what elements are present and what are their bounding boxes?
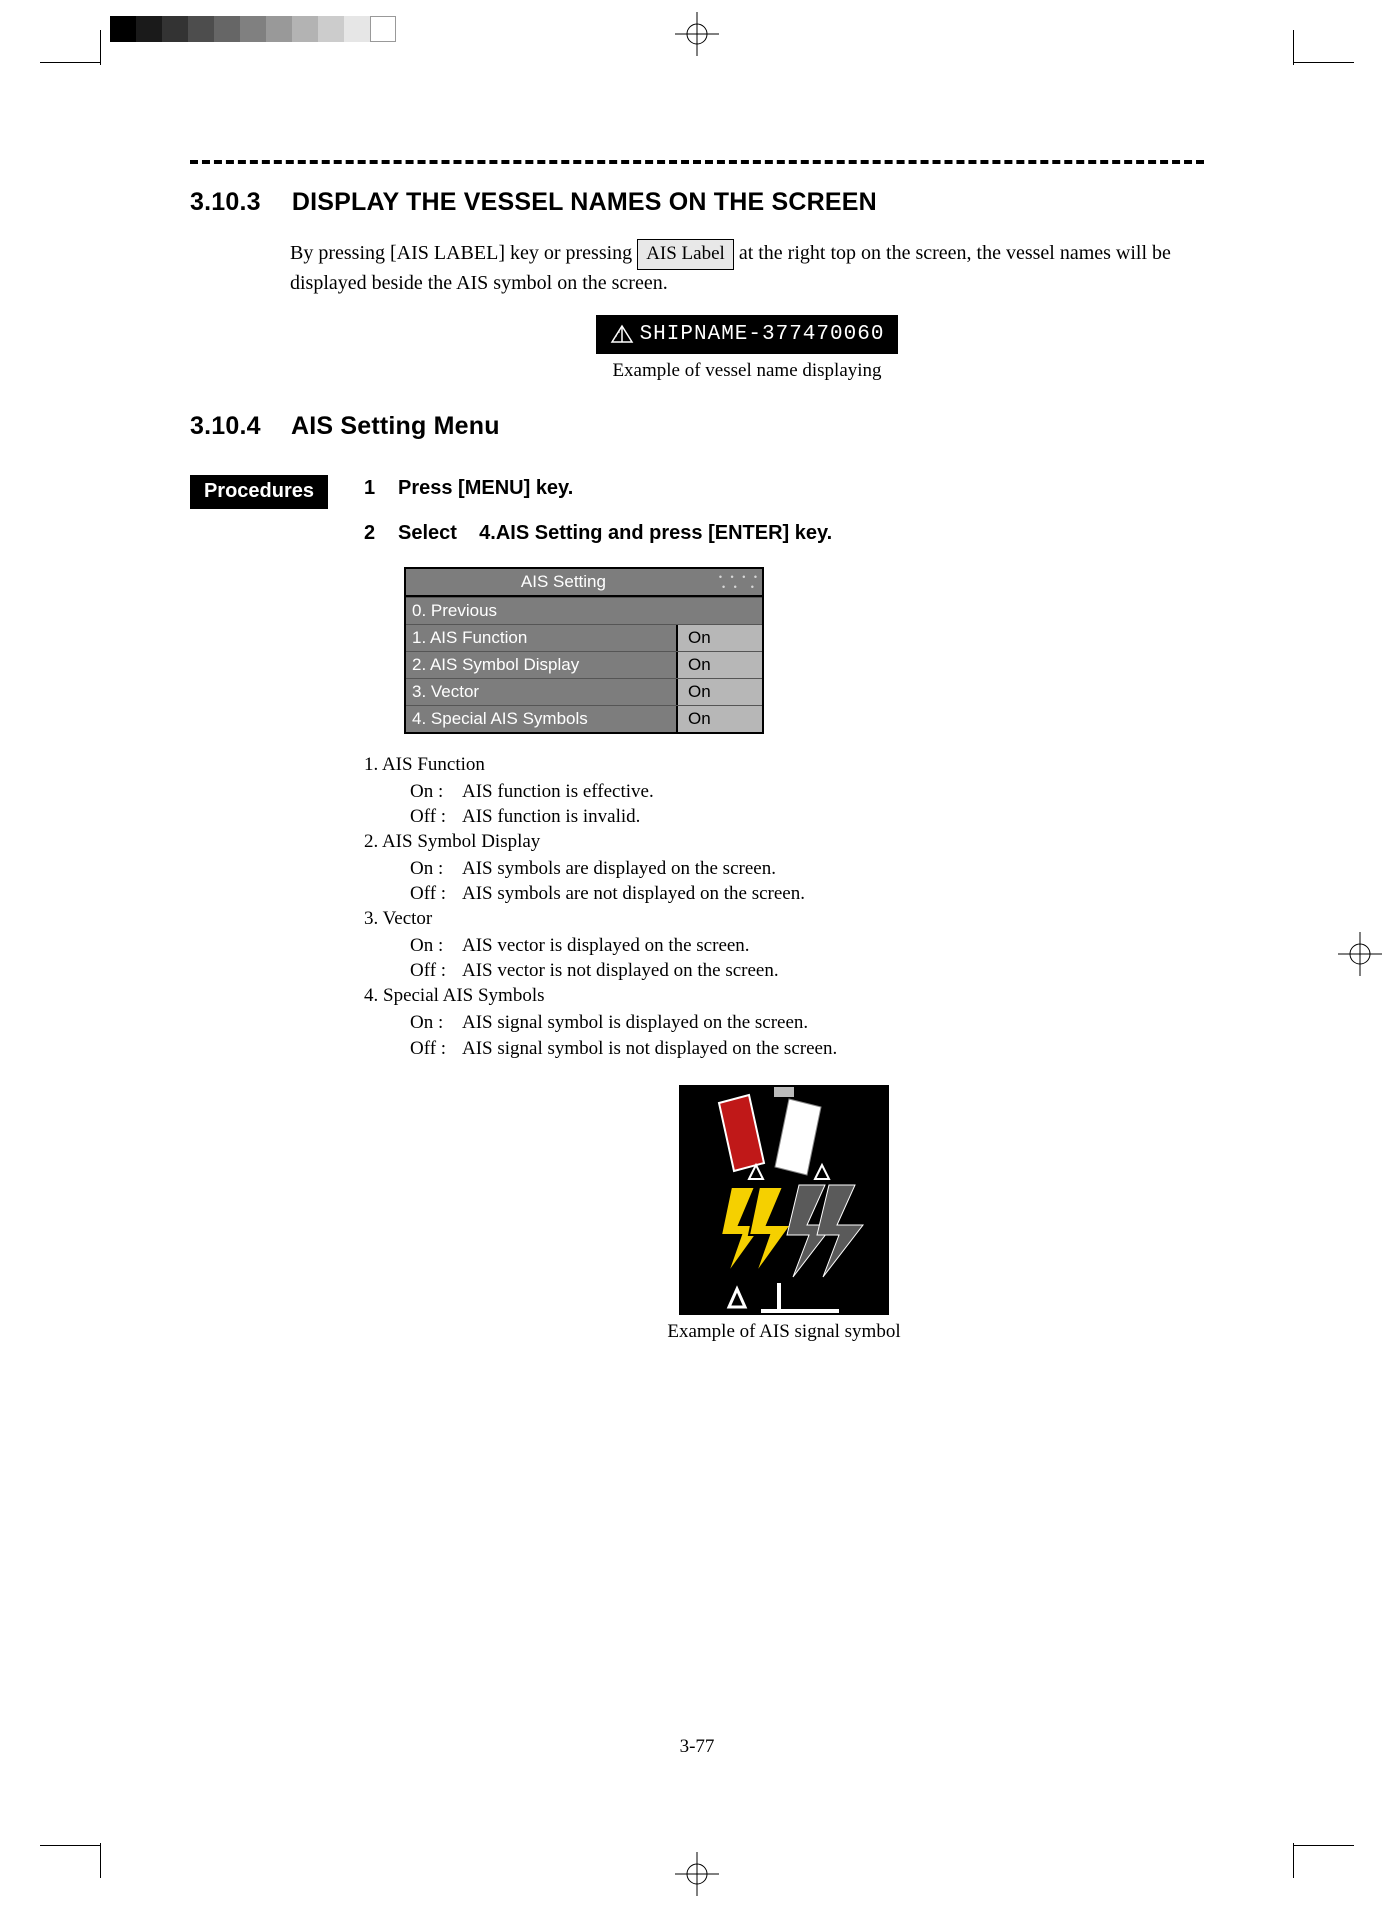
crop-mark bbox=[1294, 1845, 1354, 1846]
explain-on: On :AIS function is effective. bbox=[410, 779, 1204, 804]
explain-off: Off :AIS function is invalid. bbox=[410, 804, 1204, 829]
menu-value: On bbox=[678, 625, 762, 651]
menu-value: On bbox=[678, 679, 762, 705]
section-title: DISPLAY THE VESSEL NAMES ON THE SCREEN bbox=[292, 188, 877, 216]
grayscale-bar bbox=[110, 16, 396, 42]
step-number: 1 bbox=[364, 477, 380, 500]
register-mark-icon bbox=[675, 12, 719, 56]
explain-off: Off :AIS signal symbol is not displayed … bbox=[410, 1036, 1204, 1061]
menu-label: 0. Previous bbox=[406, 598, 762, 624]
explain-on: On :AIS vector is displayed on the scree… bbox=[410, 933, 1204, 958]
crop-mark bbox=[40, 62, 100, 63]
section-number: 3.10.4 bbox=[190, 412, 261, 440]
crop-mark bbox=[40, 1845, 100, 1846]
ship-icon bbox=[610, 324, 634, 344]
figure-ais-signal-symbol bbox=[679, 1085, 889, 1315]
text: By pressing [AIS LABEL] key or pressing bbox=[290, 242, 637, 264]
section-3-10-3-heading: 3.10.3 DISPLAY THE VESSEL NAMES ON THE S… bbox=[190, 188, 1204, 217]
menu-value: On bbox=[678, 652, 762, 678]
explain-on: On :AIS symbols are displayed on the scr… bbox=[410, 856, 1204, 881]
page-number: 3-77 bbox=[110, 1736, 1284, 1758]
dots-icon: • • • •• • • bbox=[719, 572, 760, 592]
section-rule bbox=[190, 160, 1204, 164]
step-1: 1 Press [MENU] key. bbox=[364, 477, 1204, 500]
step-text: Select 4.AIS Setting and press [ENTER] k… bbox=[398, 522, 832, 545]
menu-title: AIS Setting • • • •• • • bbox=[406, 569, 762, 597]
register-mark-icon bbox=[1338, 932, 1382, 976]
menu-row-ais-function: 1. AIS Function On bbox=[406, 624, 762, 651]
menu-label: 4. Special AIS Symbols bbox=[406, 706, 678, 732]
menu-row-vector: 3. Vector On bbox=[406, 678, 762, 705]
explain-item-2: 2. AIS Symbol Display bbox=[364, 829, 1204, 854]
procedures-badge: Procedures bbox=[190, 475, 328, 509]
explain-item-4: 4. Special AIS Symbols bbox=[364, 983, 1204, 1008]
section-3-10-4-heading: 3.10.4 AIS Setting Menu bbox=[190, 412, 1204, 441]
explain-on: On :AIS signal symbol is displayed on th… bbox=[410, 1010, 1204, 1035]
register-mark-icon bbox=[675, 1852, 719, 1896]
procedures-block: Procedures 1 Press [MENU] key. 2 Select … bbox=[190, 475, 1204, 1343]
ais-label-button: AIS Label bbox=[637, 239, 734, 270]
ais-setting-menu: AIS Setting • • • •• • • 0. Previous 1. … bbox=[404, 567, 764, 734]
figure-shipname: SHIPNAME-377470060 bbox=[290, 315, 1204, 354]
explain-off: Off :AIS vector is not displayed on the … bbox=[410, 958, 1204, 983]
crop-mark bbox=[1293, 30, 1294, 65]
menu-label: 2. AIS Symbol Display bbox=[406, 652, 678, 678]
section-title: AIS Setting Menu bbox=[291, 412, 500, 440]
crop-mark bbox=[1293, 1843, 1294, 1878]
menu-title-text: AIS Setting bbox=[521, 572, 606, 591]
crop-mark bbox=[1294, 62, 1354, 63]
crop-mark bbox=[100, 30, 101, 65]
shipname-label: SHIPNAME-377470060 bbox=[596, 315, 899, 354]
crop-mark bbox=[100, 1843, 101, 1878]
shipname-text: SHIPNAME-377470060 bbox=[640, 323, 885, 346]
menu-label: 3. Vector bbox=[406, 679, 678, 705]
explain-item-3: 3. Vector bbox=[364, 906, 1204, 931]
menu-row-special-ais-symbols: 4. Special AIS Symbols On bbox=[406, 705, 762, 732]
menu-value: On bbox=[678, 706, 762, 732]
menu-label: 1. AIS Function bbox=[406, 625, 678, 651]
figure-caption: Example of AIS signal symbol bbox=[364, 1321, 1204, 1343]
explain-off: Off :AIS symbols are not displayed on th… bbox=[410, 881, 1204, 906]
step-number: 2 bbox=[364, 522, 380, 545]
step-2: 2 Select 4.AIS Setting and press [ENTER]… bbox=[364, 522, 1204, 545]
figure-caption: Example of vessel name displaying bbox=[290, 360, 1204, 382]
menu-row-previous: 0. Previous bbox=[406, 597, 762, 624]
step-text: Press [MENU] key. bbox=[398, 477, 573, 500]
paragraph: By pressing [AIS LABEL] key or pressing … bbox=[290, 239, 1204, 297]
section-number: 3.10.3 bbox=[190, 188, 261, 216]
page-content: 3.10.3 DISPLAY THE VESSEL NAMES ON THE S… bbox=[110, 70, 1284, 1838]
menu-row-ais-symbol-display: 2. AIS Symbol Display On bbox=[406, 651, 762, 678]
explanations: 1. AIS Function On :AIS function is effe… bbox=[364, 752, 1204, 1061]
explain-item-1: 1. AIS Function bbox=[364, 752, 1204, 777]
